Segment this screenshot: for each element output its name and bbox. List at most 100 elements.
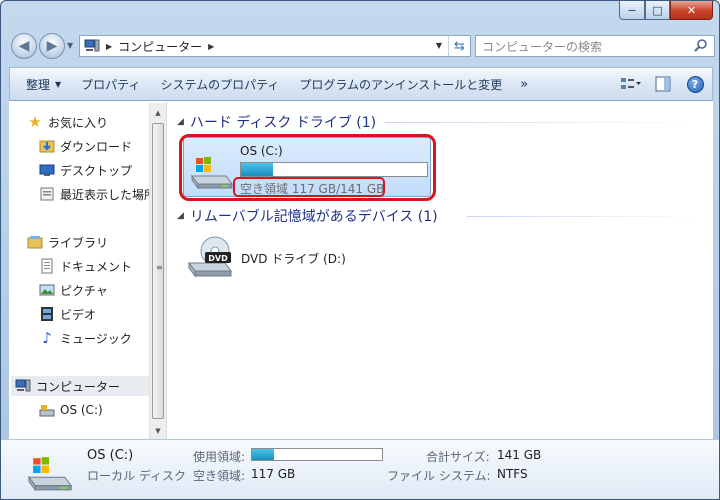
star-icon: ★ (28, 113, 42, 131)
details-drive-name: OS (C:) (87, 448, 134, 463)
organize-button[interactable]: 整理 ▼ (10, 68, 71, 100)
close-button[interactable]: ✕ (670, 1, 713, 20)
scroll-grip-icon: ≡ (156, 263, 163, 272)
details-total-label: 合計サイズ: (426, 450, 490, 464)
breadcrumb-computer[interactable]: コンピューター (118, 38, 202, 55)
nav-recent-places[interactable]: 最近表示した場所 (39, 184, 156, 204)
scroll-thumb[interactable]: ≡ (152, 123, 164, 419)
film-icon (39, 306, 55, 322)
refresh-icon: ⇆ (454, 38, 465, 54)
address-bar[interactable]: ▶ コンピューター ▶ ▼ ⇆ (79, 35, 471, 57)
explorer-window: − □ ✕ ◀ ▶ ▼ ▶ コンピューター ▶ ▼ ⇆ コンピューターの検索 整… (0, 0, 720, 500)
arrow-left-icon: ◀ (18, 38, 30, 54)
refresh-button[interactable]: ⇆ (448, 36, 470, 56)
navigation-bar: ◀ ▶ ▼ ▶ コンピューター ▶ ▼ ⇆ コンピューターの検索 (9, 33, 715, 61)
dvd-badge: DVD (208, 254, 228, 263)
details-fs-label: ファイル システム: (387, 469, 491, 483)
nav-downloads[interactable]: ダウンロード (39, 136, 132, 156)
nav-music-label: ミュージック (60, 331, 132, 346)
details-usage-bar (251, 448, 383, 461)
documents-icon (39, 258, 55, 274)
caption-buttons: − □ ✕ (619, 1, 713, 20)
maximize-button[interactable]: □ (645, 1, 670, 20)
nav-pane-scrollbar[interactable]: ▲ ≡ ▼ (149, 103, 166, 439)
search-box[interactable]: コンピューターの検索 (475, 35, 715, 57)
drive-d-item[interactable]: DVD DVD ドライブ (D:) (185, 235, 355, 281)
collapse-triangle-icon[interactable]: ◢ (177, 117, 184, 127)
group-removable-label: リムーバブル記憶域があるデバイス (1) (189, 209, 438, 225)
nav-desktop[interactable]: デスクトップ (39, 160, 132, 180)
preview-pane-button[interactable] (652, 73, 674, 95)
nav-favorites[interactable]: ★ お気に入り (27, 112, 108, 132)
breadcrumb-chevron-icon[interactable]: ▶ (208, 42, 214, 51)
group-header-hard-disks[interactable]: ◢ ハード ディスク ドライブ (1) (177, 112, 376, 132)
group-divider (467, 216, 705, 217)
dvd-drive-icon: DVD (188, 236, 232, 278)
search-placeholder: コンピューターの検索 (482, 39, 603, 54)
details-free-value: 117 GB (251, 467, 296, 481)
windows-hard-drive-icon (27, 457, 73, 492)
details-used-label: 使用領域: (193, 450, 246, 464)
more-commands-button[interactable]: » (512, 77, 536, 92)
breadcrumb-chevron-icon[interactable]: ▶ (106, 42, 112, 51)
system-properties-button[interactable]: システムのプロパティ (150, 68, 289, 100)
nav-computer[interactable]: コンピューター (11, 376, 149, 396)
details-total-value: 141 GB (497, 448, 542, 462)
nav-documents-label: ドキュメント (60, 259, 133, 274)
preview-pane-icon (655, 76, 671, 92)
drive-d-name: DVD ドライブ (D:) (241, 252, 346, 266)
properties-label: プロパティ (81, 77, 141, 92)
group-divider (385, 122, 705, 123)
nav-os-drive[interactable]: OS (C:) (39, 400, 103, 420)
details-fs-value: NTFS (497, 467, 528, 481)
help-button[interactable]: ? (684, 73, 706, 95)
nav-downloads-label: ダウンロード (60, 139, 133, 154)
recent-pages-dropdown[interactable]: ▼ (67, 41, 73, 50)
forward-button[interactable]: ▶ (39, 33, 65, 59)
nav-pictures[interactable]: ピクチャ (39, 280, 108, 300)
navigation-pane: ★ お気に入り ダウンロード デスクトップ 最近表示した場所 ライブラリ ドキュ… (9, 101, 167, 439)
scroll-up-arrow-icon[interactable]: ▲ (150, 105, 166, 121)
arrow-right-icon: ▶ (46, 38, 58, 54)
toolbar-right-controls: ? (620, 73, 706, 95)
minimize-button[interactable]: − (619, 1, 645, 20)
desktop-icon (39, 162, 55, 178)
music-note-icon: ♪ (42, 329, 52, 347)
search-icon[interactable] (693, 38, 709, 54)
pictures-icon (39, 282, 55, 298)
details-usage-fill (252, 449, 275, 460)
uninstall-program-label: プログラムのアンインストールと変更 (299, 77, 503, 92)
downloads-folder-icon (39, 138, 55, 154)
recent-places-icon (39, 186, 55, 202)
properties-button[interactable]: プロパティ (71, 68, 150, 100)
back-button[interactable]: ◀ (11, 33, 37, 59)
view-options-icon (621, 78, 641, 89)
address-dropdown-icon[interactable]: ▼ (436, 41, 442, 50)
details-pane: OS (C:) ローカル ディスク 使用領域: 空き領域: 117 GB 合計サ… (1, 439, 719, 499)
libraries-folder-icon (27, 234, 43, 250)
command-bar: 整理 ▼ プロパティ システムのプロパティ プログラムのアンインストールと変更 … (9, 67, 713, 101)
details-drive-type: ローカル ディスク (87, 469, 186, 483)
nav-favorites-label: お気に入り (48, 115, 109, 130)
computer-icon (15, 378, 31, 394)
nav-libraries[interactable]: ライブラリ (27, 232, 108, 252)
scroll-down-arrow-icon[interactable]: ▼ (150, 423, 166, 439)
help-icon: ? (686, 75, 704, 93)
change-view-button[interactable] (620, 73, 642, 95)
nav-music[interactable]: ♪ ミュージック (39, 328, 132, 348)
group-header-removable[interactable]: ◢ リムーバブル記憶域があるデバイス (1) (177, 206, 438, 226)
uninstall-program-button[interactable]: プログラムのアンインストールと変更 (289, 68, 512, 100)
chevron-down-icon: ▼ (55, 79, 62, 89)
hard-drive-icon (39, 402, 55, 418)
nav-os-drive-label: OS (C:) (60, 403, 103, 417)
nav-pictures-label: ピクチャ (60, 283, 108, 298)
nav-libraries-label: ライブラリ (48, 235, 109, 250)
nav-videos[interactable]: ビデオ (39, 304, 96, 324)
nav-documents[interactable]: ドキュメント (39, 256, 132, 276)
collapse-triangle-icon[interactable]: ◢ (177, 211, 184, 221)
content-pane: ◢ ハード ディスク ドライブ (1) OS (C:) 空き領域 117 GB/… (167, 101, 713, 439)
group-hard-disks-label: ハード ディスク ドライブ (1) (189, 115, 377, 131)
nav-desktop-label: デスクトップ (60, 163, 133, 178)
nav-recent-places-label: 最近表示した場所 (60, 187, 157, 202)
nav-computer-label: コンピューター (36, 379, 121, 394)
